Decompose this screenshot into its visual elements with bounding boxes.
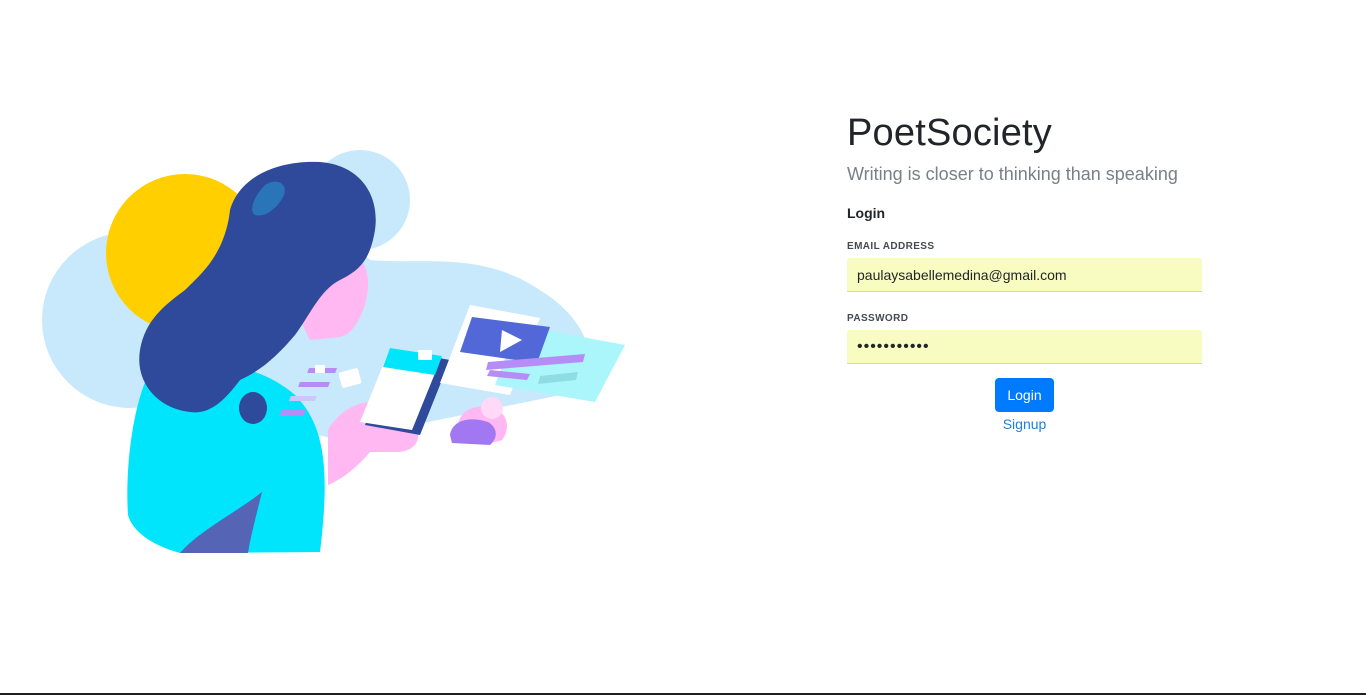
login-button[interactable]: Login	[995, 378, 1054, 412]
app-tagline: Writing is closer to thinking than speak…	[847, 164, 1178, 184]
app-title: PoetSociety	[847, 112, 1052, 154]
password-field[interactable]	[847, 330, 1202, 364]
login-form: Login EMAIL ADDRESS PASSWORD Login Signu…	[847, 204, 1202, 433]
login-panel: PoetSociety Writing is closer to thinkin…	[847, 108, 1202, 433]
password-field-label: PASSWORD	[847, 313, 909, 324]
person-using-phone-illustration	[42, 150, 625, 553]
video-card-shape	[440, 305, 625, 402]
email-field-label: EMAIL ADDRESS	[847, 241, 935, 252]
email-field[interactable]	[847, 258, 1202, 292]
login-page: PoetSociety Writing is closer to thinkin…	[0, 0, 1366, 695]
signup-link[interactable]: Signup	[1003, 415, 1047, 433]
form-actions: Login Signup	[847, 378, 1202, 433]
form-title: Login	[847, 205, 886, 221]
